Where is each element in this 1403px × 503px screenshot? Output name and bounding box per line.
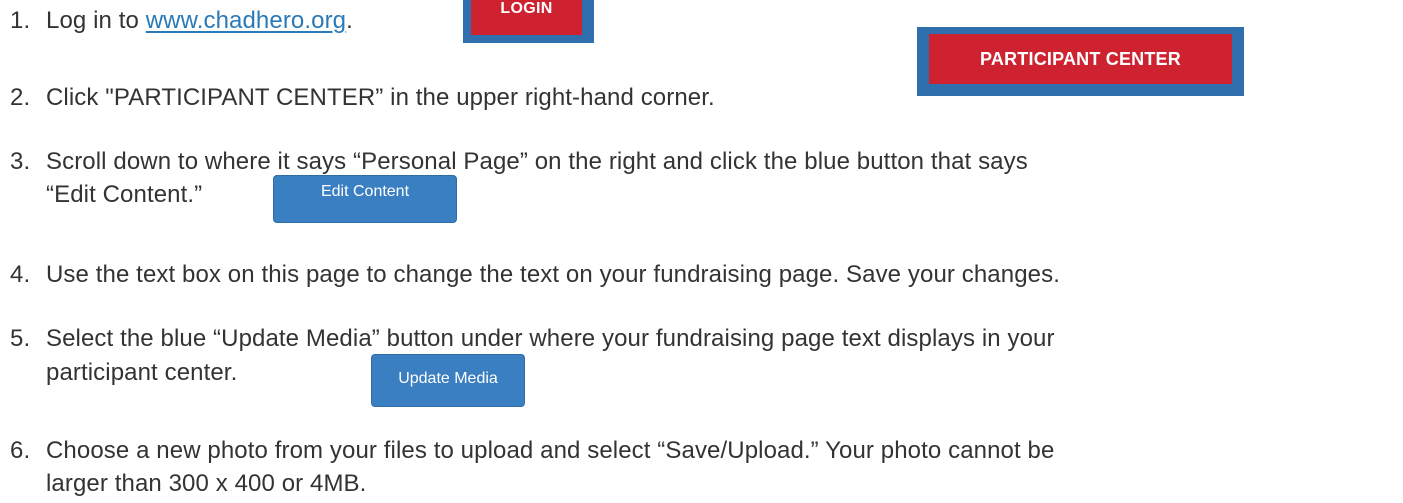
step-3: 3. Scroll down to where it says “Personal…: [0, 147, 1028, 177]
step-number: 6.: [10, 437, 31, 464]
step-2: 2. Click "PARTICIPANT CENTER” in the uppe…: [0, 83, 715, 113]
step-5: 5. Select the blue “Update Media” button …: [0, 324, 1055, 354]
step-6-continued: larger than 300 x 400 or 4MB.: [0, 469, 366, 499]
update-media-button-image: Update Media: [371, 354, 525, 407]
login-button-label: LOGIN: [471, 0, 582, 35]
step-1: 1. Log in to www.chadhero.org.: [0, 6, 353, 36]
step-number: 2.: [10, 84, 31, 111]
step-text-line-2: participant center.: [46, 359, 238, 386]
participant-center-button-image: PARTICIPANT CENTER: [917, 27, 1244, 96]
step-number: 3.: [10, 148, 31, 175]
participant-center-button-label: PARTICIPANT CENTER: [929, 34, 1232, 84]
step-text-line-1: Select the blue “Update Media” button un…: [46, 325, 1055, 352]
step-5-continued: participant center.: [0, 358, 237, 388]
chadhero-link[interactable]: www.chadhero.org: [146, 7, 346, 34]
step-4: 4. Use the text box on this page to chang…: [0, 260, 1060, 290]
step-text: Use the text box on this page to change …: [46, 261, 1060, 288]
step-text: Log in to: [46, 7, 146, 34]
edit-content-button-image: Edit Content: [273, 175, 457, 223]
step-number: 4.: [10, 261, 31, 288]
step-text-line-2: larger than 300 x 400 or 4MB.: [46, 470, 367, 497]
step-number: 1.: [10, 7, 31, 34]
login-button-image: LOGIN: [463, 0, 594, 43]
step-text-line-1: Choose a new photo from your files to up…: [46, 437, 1055, 464]
step-text-suffix: .: [346, 7, 353, 34]
step-6: 6. Choose a new photo from your files to …: [0, 436, 1054, 466]
step-text-line-2: “Edit Content.”: [46, 181, 203, 208]
step-text-line-1: Scroll down to where it says “Personal P…: [46, 148, 1028, 175]
step-text: Click "PARTICIPANT CENTER” in the upper …: [46, 84, 715, 111]
step-number: 5.: [10, 325, 31, 352]
step-3-continued: “Edit Content.”: [0, 180, 202, 210]
